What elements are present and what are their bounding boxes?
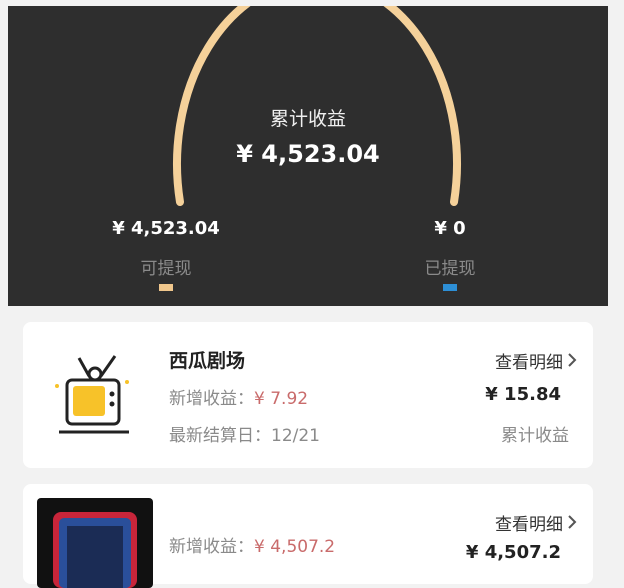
platform-card-xigua[interactable]: 西瓜剧场 新增收益：¥ 7.92 最新结算日：12/21 查看明细 ¥ 15.8…	[23, 322, 593, 468]
new-income-label: 新增收益：	[169, 389, 254, 409]
withdrawable-label: 可提现	[140, 259, 192, 279]
withdrawn-label: 已提现	[424, 259, 476, 279]
view-details-link[interactable]: 查看明细	[495, 510, 577, 535]
total-earnings-label: 累计收益	[269, 108, 346, 130]
platform-total-amount: ¥ 15.84	[485, 384, 561, 405]
platform-total-label: 累计收益	[501, 426, 569, 446]
earnings-summary: 累计收益 ¥ 4,523.04 ¥ 4,523.04 可提现 ¥ 0 已提现	[8, 6, 608, 306]
settle-date-row: 最新结算日：12/21	[169, 421, 320, 446]
new-income-value: ¥ 4,507.2	[254, 537, 336, 557]
view-details-label: 查看明细	[495, 353, 563, 373]
total-earnings-amount: ¥ 4,523.04	[236, 140, 380, 168]
new-income-row: 新增收益：¥ 7.92	[169, 384, 308, 409]
new-income-label: 新增收益：	[169, 537, 254, 557]
withdrawable-amount: ¥ 4,523.04	[112, 218, 220, 239]
withdrawable-marker	[159, 284, 173, 291]
phone-icon	[37, 498, 153, 588]
view-details-label: 查看明细	[495, 515, 563, 535]
new-income-value: ¥ 7.92	[254, 389, 309, 409]
tv-icon	[55, 355, 129, 434]
settle-date-label: 最新结算日：	[169, 426, 271, 446]
platform-title: 西瓜剧场	[169, 350, 246, 372]
platform-card-2[interactable]: 新增收益：¥ 4,507.2 查看明细 ¥ 4,507.2	[23, 484, 593, 588]
withdrawn-marker	[443, 284, 457, 291]
settle-date-value: 12/21	[271, 426, 320, 446]
view-details-link[interactable]: 查看明细	[495, 348, 577, 373]
withdrawn-amount: ¥ 0	[434, 218, 466, 239]
new-income-row: 新增收益：¥ 4,507.2	[169, 532, 335, 557]
chevron-right-icon	[567, 514, 577, 535]
chevron-right-icon	[567, 352, 577, 373]
